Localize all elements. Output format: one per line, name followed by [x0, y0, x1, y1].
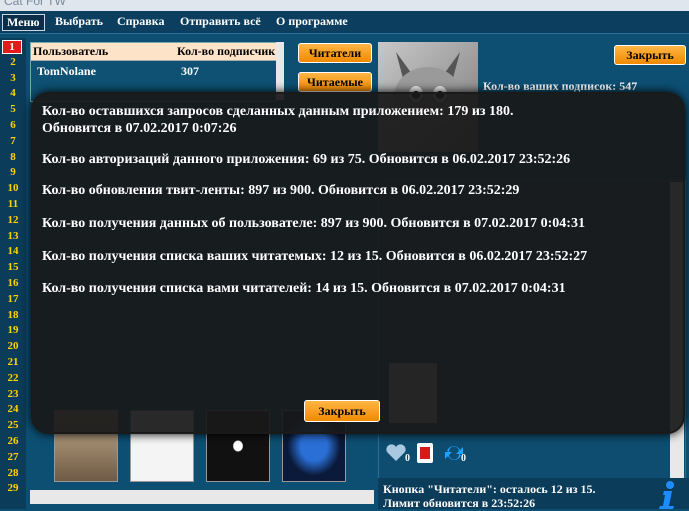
row-number: 29: [7, 482, 19, 495]
row-number: 4: [10, 87, 16, 100]
row-number: 3: [10, 71, 16, 84]
row-number-column: 1 2 3 4 5 6 7 8 9 10 11 12 13 14 15 16 17 18 19 20 21 22 23 24 2…: [0, 38, 26, 509]
readers-button[interactable]: Читатели: [298, 43, 372, 63]
limit-line-followers: Кол-во получения списка вами читателей: …: [42, 281, 566, 296]
like-icon[interactable]: [385, 443, 407, 463]
row-number: 20: [7, 340, 19, 353]
row-number: 22: [7, 371, 19, 384]
menu-item-send-all[interactable]: Отправить всё: [180, 14, 261, 29]
limit-line-timeline: Кол-во обновления твит-ленты: 897 из 900…: [42, 183, 520, 198]
window-title: Cat For TW: [4, 0, 66, 8]
row-number: 6: [10, 119, 16, 131]
delete-icon[interactable]: [417, 443, 433, 463]
limit-line-app-requests: Кол-во оставшихся запросов сделанных дан…: [42, 104, 514, 119]
row-number: 26: [7, 435, 19, 447]
row-number: 9: [10, 166, 16, 179]
row-number: 21: [7, 356, 19, 368]
limits-dialog: Кол-во оставшихся запросов сделанных дан…: [31, 92, 685, 434]
cell-user: TomNolane: [37, 64, 96, 78]
info-icon[interactable]: [652, 480, 682, 509]
status-area: Кнопка "Читатели": осталось 12 из 15. Ли…: [378, 478, 689, 510]
close-dialog-button[interactable]: Закрыть: [304, 400, 380, 422]
row-number: 16: [7, 277, 19, 289]
window-titlebar: Cat For TW: [0, 0, 689, 11]
row-number: 28: [7, 466, 19, 479]
status-line-1: Кнопка "Читатели": осталось 12 из 15.: [383, 482, 596, 496]
readable-button[interactable]: Читаемые: [298, 72, 372, 92]
row-number: 24: [7, 403, 19, 416]
menu-bar: Меню Выбрать Справка Отправить всё О про…: [0, 11, 689, 34]
row-number: 2: [10, 55, 16, 68]
row-number: 14: [7, 245, 19, 258]
limit-line-app-requests-update: Обновится в 07.02.2017 0:07:26: [42, 121, 237, 136]
column-header-count: Кол-во подписчик: [177, 44, 276, 58]
cell-count: 307: [181, 64, 199, 78]
column-header-user: Пользователь: [33, 44, 109, 58]
limit-line-following: Кол-во получения списка ваших читатемых:…: [42, 249, 588, 264]
close-button-top[interactable]: Закрыть: [614, 45, 686, 65]
menu-item-menu[interactable]: Меню: [2, 14, 45, 31]
menu-item-select[interactable]: Выбрать: [55, 14, 103, 29]
row-number: 15: [7, 261, 19, 274]
likes-count: 0: [405, 453, 410, 464]
row-number: 17: [7, 292, 19, 305]
row-number: 12: [7, 213, 19, 226]
row-number: 8: [10, 150, 16, 163]
row-number: 5: [10, 103, 16, 116]
row-number: 19: [7, 324, 19, 337]
table-header: Пользователь Кол-во подписчик: [31, 43, 276, 61]
row-number: 13: [7, 229, 19, 242]
row-number: 11: [7, 198, 19, 210]
row-number: 10: [7, 182, 19, 195]
limit-line-user-data: Кол-во получения данных об пользователе:…: [42, 216, 585, 231]
row-number: 23: [7, 387, 19, 400]
menu-item-help[interactable]: Справка: [117, 14, 164, 29]
row-number: 18: [7, 308, 19, 321]
retweets-count: 0: [461, 453, 466, 464]
bottom-scrollbar[interactable]: [30, 490, 374, 504]
menu-item-about[interactable]: О программе: [276, 14, 348, 29]
row-number: 27: [7, 450, 19, 463]
limit-line-authorizations: Кол-во авторизаций данного приложения: 6…: [42, 152, 571, 167]
row-number: 1: [2, 40, 22, 54]
table-row[interactable]: TomNolane 307: [31, 64, 276, 80]
row-number: 25: [7, 419, 19, 432]
row-number: 7: [10, 134, 16, 147]
